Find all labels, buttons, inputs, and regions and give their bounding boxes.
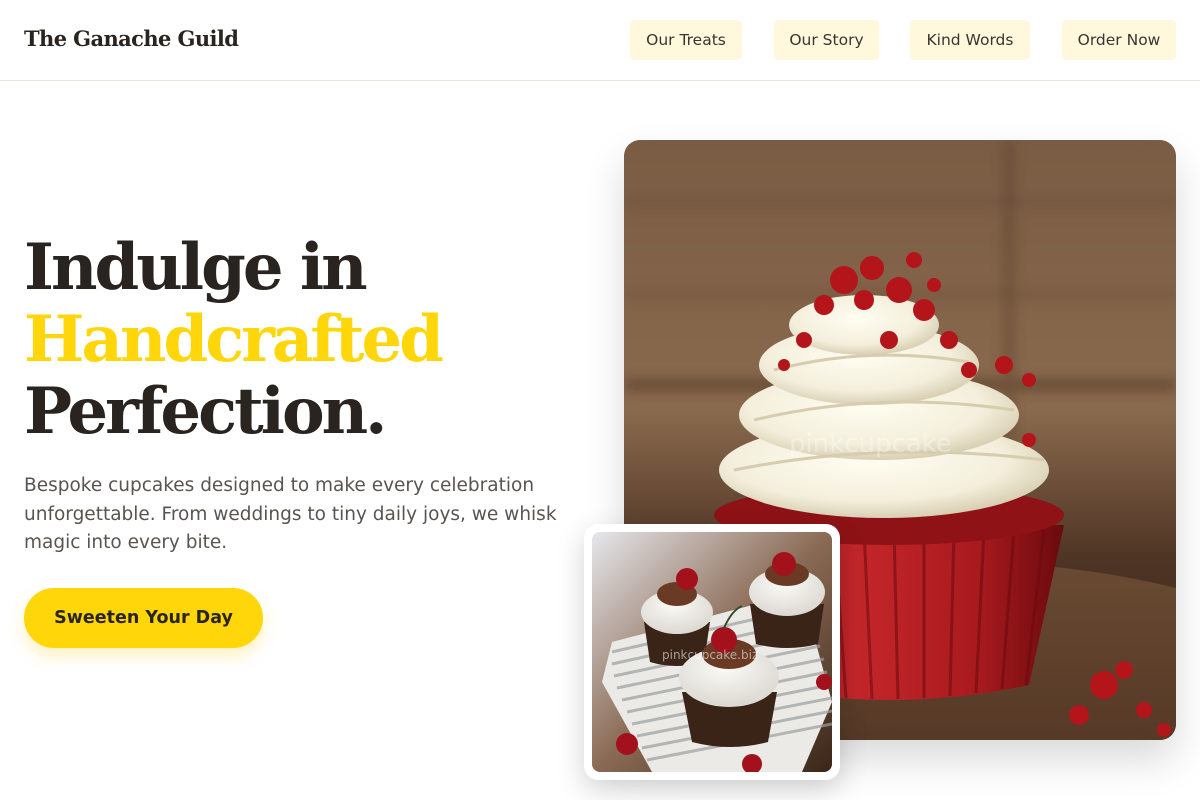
black-forest-cupcake-image: pinkcupcake.biz (592, 532, 832, 772)
site-header: The Ganache Guild Our Treats Our Story K… (0, 0, 1200, 81)
nav-our-story[interactable]: Our Story (774, 20, 879, 60)
hero-description: Bespoke cupcakes designed to make every … (24, 475, 557, 553)
black-forest-cupcake-image-frame: pinkcupcake.biz (584, 524, 840, 780)
brand-logo[interactable]: The Ganache Guild (24, 26, 239, 51)
main-watermark: pinkcupcake (789, 429, 952, 459)
headline-line-1: Indulge in (24, 230, 368, 305)
nav-order-now[interactable]: Order Now (1062, 20, 1176, 60)
inset-watermark: pinkcupcake.biz (662, 648, 758, 662)
sweeten-your-day-button[interactable]: Sweeten Your Day (24, 588, 263, 648)
headline-line-3: Perfection. (24, 374, 387, 449)
headline-line-2: Handcrafted (24, 302, 444, 377)
hero-headline: Indulge in Handcrafted Perfection. (24, 232, 584, 448)
nav-our-treats[interactable]: Our Treats (630, 20, 742, 60)
nav-kind-words[interactable]: Kind Words (910, 20, 1030, 60)
